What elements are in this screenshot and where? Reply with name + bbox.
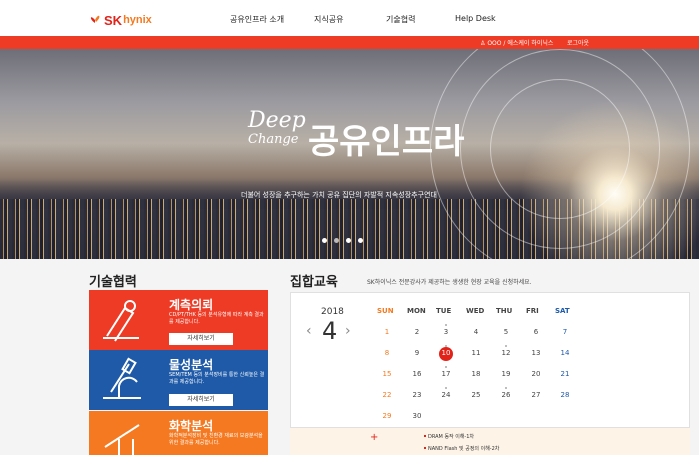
calendar-day[interactable]: 29	[380, 412, 394, 420]
calendar-day[interactable]: 18	[469, 370, 483, 378]
nav-item-helpdesk[interactable]: Help Desk	[455, 14, 496, 23]
user-icon: ♙	[480, 40, 486, 47]
hero-dot[interactable]	[346, 238, 351, 243]
card-desc: 화학적분석장비 및 친환경 재료의 보광분석을 위한 결과를 제공합니다.	[169, 433, 263, 446]
calendar-day[interactable]: 27	[529, 391, 543, 399]
calendar-day[interactable]: 24	[439, 391, 453, 399]
calendar-day[interactable]: 23	[410, 391, 424, 399]
list-item[interactable]: NAND Flash 및 공정의 이해-2차	[423, 445, 499, 452]
hero-ring	[490, 79, 630, 219]
calendar-day[interactable]: 5	[499, 328, 513, 336]
sk-butterfly-icon	[90, 15, 100, 23]
calendar-day[interactable]: 28	[558, 391, 572, 399]
event-dot	[445, 387, 447, 389]
weekday-fri: FRI	[526, 307, 539, 315]
hero-title-ko: 공유인프라	[308, 122, 465, 162]
event-dot	[445, 324, 447, 326]
calendar-day[interactable]: 22	[380, 391, 394, 399]
nav-item-infra[interactable]: 공유인프라 소개	[230, 14, 284, 25]
weekday-sun: SUN	[377, 307, 394, 315]
detail-button[interactable]: 자세히보기	[169, 333, 233, 345]
card-chemical[interactable]: 화학분석 화학적분석장비 및 친환경 재료의 보광분석을 위한 결과를 제공합니…	[89, 411, 268, 458]
hero-title-change: Change	[248, 132, 299, 147]
hero-caption: 더불어 성장을 추구하는 가치 공유 집단의 자발적 지속성장추구연대	[241, 191, 437, 199]
calendar-day[interactable]: 21	[558, 370, 572, 378]
calendar-month: 4	[322, 317, 338, 345]
calendar-day[interactable]: 13	[529, 349, 543, 357]
event-dot	[445, 366, 447, 368]
user-name: OOO / 에스케이 하이닉스	[487, 40, 554, 47]
calendar-day[interactable]: 16	[410, 370, 424, 378]
hero-banner: Deep Change 공유인프라 더불어 성장을 추구하는 가치 공유 집단의 …	[0, 49, 699, 259]
hero-dot-active[interactable]	[334, 238, 339, 243]
weekday-thu: THU	[496, 307, 513, 315]
calendar: 2018 ‹ 4 › SUN MON TUE WED THU FRI SAT 1 2 3 4 5 6 7 8…	[290, 292, 690, 428]
calendar-day[interactable]: 14	[558, 349, 572, 357]
calendar-day[interactable]: 8	[380, 349, 394, 357]
calendar-day[interactable]: 19	[499, 370, 513, 378]
calendar-day[interactable]: 25	[469, 391, 483, 399]
card-measurement[interactable]: 계측의뢰 CD/PT/THK 등의 분석유형에 따라 계측 결과를 제공합니다.…	[89, 290, 268, 350]
card-title: 화학분석	[169, 419, 214, 433]
user-info: ♙ OOO / 에스케이 하이닉스	[480, 38, 553, 47]
calendar-day[interactable]: 2	[410, 328, 424, 336]
list-item[interactable]: DRAM 동작 이해-1차	[423, 433, 474, 440]
education-heading: 집합교육	[290, 275, 338, 290]
card-desc: CD/PT/THK 등의 분석유형에 따라 계측 결과를 제공합니다.	[169, 312, 264, 325]
event-dot	[505, 387, 507, 389]
top-header: SK hynix 공유인프라 소개 지식공유 기술협력 Help Desk	[0, 0, 699, 36]
next-month-button[interactable]: ›	[345, 323, 351, 339]
logout-link[interactable]: 로그아웃	[567, 38, 589, 47]
calendar-day[interactable]: 7	[558, 328, 572, 336]
event-dot	[445, 345, 447, 347]
card-title: 계측의뢰	[169, 298, 214, 312]
weekday-sat: SAT	[555, 307, 570, 315]
weekday-mon: MON	[407, 307, 426, 315]
hero-pager	[322, 238, 363, 243]
calendar-day[interactable]: 15	[380, 370, 394, 378]
sk-hynix-logo[interactable]: SK hynix	[88, 9, 152, 31]
logo-sk-text: SK	[104, 12, 123, 28]
user-bar: ♙ OOO / 에스케이 하이닉스 로그아웃	[0, 36, 699, 49]
calendar-day[interactable]: 20	[529, 370, 543, 378]
calendar-day[interactable]: 9	[410, 349, 424, 357]
prev-month-button[interactable]: ‹	[306, 323, 312, 339]
hero-title-en: Deep Change	[248, 110, 306, 150]
calendar-day[interactable]: 30	[410, 412, 424, 420]
education-desc: SK하이닉스 전문강사가 제공하는 생생한 현장 교육을 신청하세요.	[367, 279, 532, 286]
calendar-day[interactable]: 26	[499, 391, 513, 399]
calendar-day[interactable]: 4	[469, 328, 483, 336]
logo-hynix-text: hynix	[123, 14, 152, 26]
card-physical[interactable]: 물성분석 SEM/TEM 등의 분석장비를 통한 신뢰높은 결과를 제공합니다.…	[89, 350, 268, 410]
calendar-day[interactable]: 11	[469, 349, 483, 357]
nav-item-knowledge[interactable]: 지식공유	[314, 14, 343, 25]
chemistry-icon	[104, 424, 140, 458]
microscope-icon	[103, 357, 141, 399]
calendar-day[interactable]: 3	[439, 328, 453, 336]
event-dot	[505, 345, 507, 347]
calendar-day[interactable]: 12	[499, 349, 513, 357]
tech-heading: 기술협력	[89, 275, 137, 290]
hero-dot[interactable]	[358, 238, 363, 243]
detail-button[interactable]: 자세히보기	[169, 394, 233, 406]
calendar-day[interactable]: 1	[380, 328, 394, 336]
weekday-tue: TUE	[436, 307, 452, 315]
education-list: + DRAM 동작 이해-1차 NAND Flash 및 공정의 이해-2차	[290, 428, 690, 455]
calendar-day[interactable]: 17	[439, 370, 453, 378]
card-desc: SEM/TEM 등의 분석장비를 통한 신뢰높은 결과를 제공합니다.	[169, 372, 265, 385]
calendar-day[interactable]: 6	[529, 328, 543, 336]
calendar-year: 2018	[321, 307, 344, 317]
calendar-day[interactable]: 10	[439, 349, 453, 357]
weekday-wed: WED	[466, 307, 485, 315]
microscope-icon	[103, 300, 139, 342]
hero-dot[interactable]	[322, 238, 327, 243]
nav-item-tech[interactable]: 기술협력	[386, 14, 415, 25]
card-title: 물성분석	[169, 358, 214, 372]
plus-icon[interactable]: +	[370, 432, 378, 443]
